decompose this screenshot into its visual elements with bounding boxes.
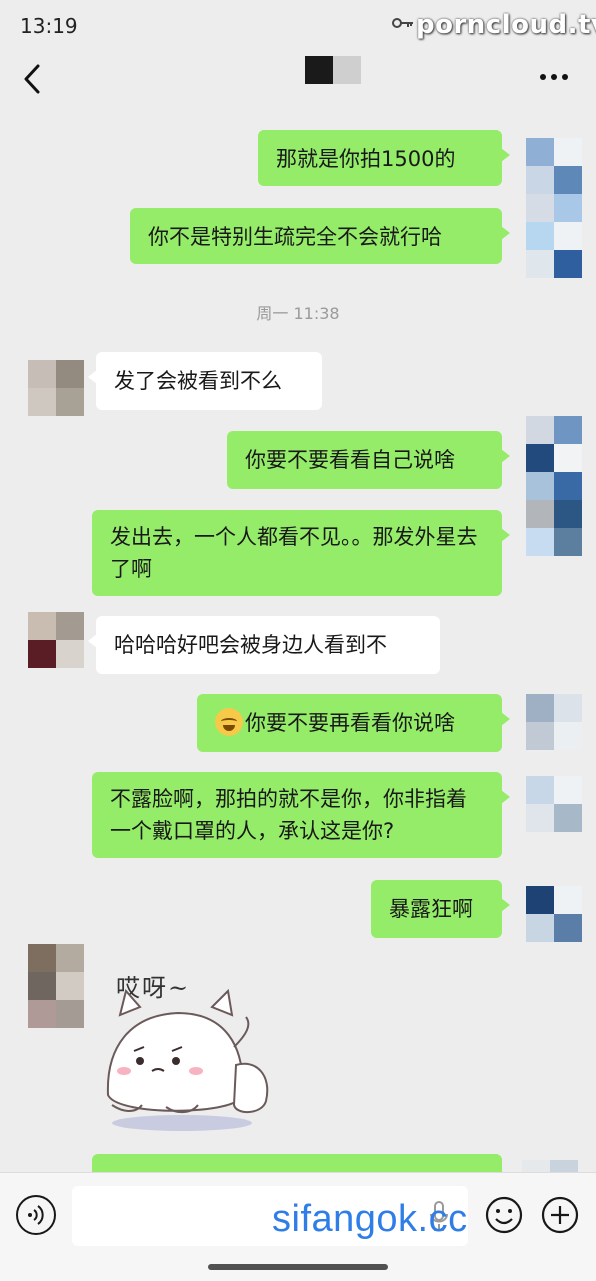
more-button[interactable] [536, 62, 572, 92]
chevron-left-icon [24, 64, 40, 94]
message-bubble-me[interactable]: 不露脸啊，那拍的就不是你，你非指着一个戴口罩的人，承认这是你? [92, 772, 510, 858]
contact-avatar[interactable] [28, 360, 84, 416]
key-icon [392, 14, 414, 35]
message-bubble-me[interactable]: 你不是特别生疏完全不会就行哈 [130, 208, 510, 264]
message-text: 那就是你拍1500的 [276, 147, 456, 171]
my-avatar[interactable] [526, 416, 582, 556]
message-text: 哈哈哈好吧会被身边人看到不 [114, 633, 387, 657]
message-text: 你要不要再看看你说啥 [245, 711, 455, 735]
message-bubble-other[interactable]: 哈哈哈好吧会被身边人看到不 [88, 616, 440, 674]
contact-avatar[interactable] [28, 944, 84, 1028]
sad-cat-sticker[interactable] [96, 955, 286, 1145]
home-indicator[interactable] [208, 1264, 388, 1270]
status-time: 13:19 [20, 14, 78, 38]
message-text: 你要不要看看自己说啥 [245, 448, 455, 472]
voice-button[interactable] [16, 1195, 56, 1235]
watermark-top: porncloud.tv [416, 10, 596, 40]
message-text: 发了会被看到不么 [114, 369, 282, 393]
more-actions-button[interactable] [540, 1195, 580, 1235]
message-bubble-me[interactable]: 那就是你拍1500的 [258, 130, 510, 186]
more-dots-icon [540, 74, 568, 80]
my-avatar[interactable] [526, 776, 582, 832]
message-text: 不露脸啊，那拍的就不是你，你非指着一个戴口罩的人，承认这是你? [110, 787, 467, 843]
voice-icon [28, 1205, 44, 1225]
chat-header [0, 52, 596, 112]
plus-icon [541, 1196, 579, 1234]
message-text: 发出去，一个人都看不见。。那发外星去了啊 [110, 525, 478, 581]
contact-name-redacted [305, 56, 361, 84]
message-bubble-me[interactable]: 发出去，一个人都看不见。。那发外星去了啊 [92, 510, 510, 596]
watermark-bottom: sifangok.cc [272, 1198, 468, 1240]
message-bubble-me[interactable]: 你要不要看看自己说啥 [227, 431, 510, 489]
contact-avatar[interactable] [28, 612, 84, 668]
my-avatar[interactable] [526, 138, 582, 278]
message-bubble-me[interactable]: 你要不要再看看你说啥 [197, 694, 510, 752]
emoji-button[interactable] [484, 1195, 524, 1235]
my-avatar[interactable] [526, 694, 582, 750]
message-bubble-other[interactable]: 发了会被看到不么 [88, 352, 322, 410]
laughing-crying-emoji [215, 708, 243, 736]
message-text: 暴露狂啊 [389, 897, 473, 921]
message-text: 你不是特别生疏完全不会就行哈 [148, 225, 442, 249]
back-button[interactable] [18, 62, 50, 102]
smile-icon [485, 1196, 523, 1234]
status-bar: 13:19 porncloud.tv [0, 0, 596, 52]
timestamp: 周一 11:38 [256, 304, 340, 323]
message-bubble-me[interactable]: 暴露狂啊 [371, 880, 510, 938]
my-avatar[interactable] [526, 886, 582, 942]
